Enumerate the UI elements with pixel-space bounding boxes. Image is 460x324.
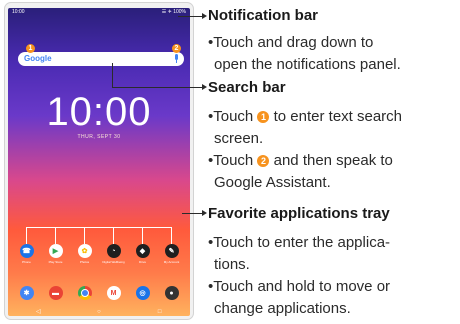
text-fragment: and then speak to [269,152,393,169]
messages-icon[interactable]: ▬ [48,286,63,300]
favorite-apps-description: •Touch to enter the applica- tions. •Tou… [208,232,457,320]
navigation-bar: ◁ ○ □ [8,307,190,316]
phone-icon: ☎ [19,244,34,258]
text-line: screen. [214,130,264,147]
notification-bar-description: •Touch and drag down to open the notific… [208,32,457,76]
text-line: tions. [214,256,250,273]
callout-search-line [112,87,204,88]
heading-search-bar: Search bar [208,79,286,96]
marker-2-inline: 2 [257,155,270,167]
app-label: Phone [22,260,31,264]
heading-favorite-apps-tray: Favorite applications tray [208,205,390,222]
text-fragment: •Touch [208,152,258,169]
app-drive[interactable]: ◆ Drive [129,244,157,264]
callout-search-drop [112,63,113,87]
text-line: •Touch and hold to move or [208,278,391,295]
play-store-icon: ▶ [48,244,63,258]
callout-tray-line [182,213,204,214]
tray-bracket-tick [55,227,56,244]
tray-bracket-tick [142,227,143,244]
callout-arrow [202,13,207,19]
gmail-icon[interactable]: M [106,286,121,300]
app-label: Drive [138,260,146,264]
app-photos[interactable]: ✿ Photos [71,244,99,264]
callout-arrow [202,210,207,216]
text-line: change applications. [214,300,351,317]
back-icon[interactable]: ◁ [28,308,48,315]
digital-wellbeing-icon: ◔ [106,244,121,258]
favorite-apps-tray: ☎ Phone ▶ Play Store ✿ Photos ◔ Digital … [12,244,186,264]
status-time: 10:00 [12,9,25,15]
app-label: Digital Wellbeing [102,260,125,264]
tablet-device: 10:00 ☰ ✈ 100% Google 1 2 10:00 THUR, SE… [4,2,194,320]
app-label: Play Store [48,260,63,264]
clock-time: 10:00 [46,90,152,134]
callout-arrow [202,84,207,90]
marker-2-mic: 2 [172,44,181,53]
text-line: •Touch to enter the applica- [208,234,391,251]
marker-1-search: 1 [26,44,35,53]
dock-slot [71,286,99,300]
status-icons: ☰ ✈ 100% [161,9,186,15]
tray-bracket-tick [84,227,85,244]
search-bar[interactable]: Google [18,52,184,66]
dock-slot: ▬ [42,286,70,300]
callout-notification-line [178,16,204,17]
app-phone[interactable]: ☎ Phone [13,244,41,264]
app-label: My Account [163,260,180,264]
camera-icon[interactable]: ● [164,286,179,300]
drive-icon: ◆ [135,244,150,258]
dock-slot: ✱ [13,286,41,300]
dock-slot: M [100,286,128,300]
notification-bar[interactable]: 10:00 ☰ ✈ 100% [8,8,190,18]
dock-slot: ● [158,286,186,300]
text-fragment: •Touch [208,108,258,125]
tray-bracket-tick [171,227,172,244]
photos-icon: ✿ [77,244,92,258]
my-account-icon: ✎ [164,244,179,258]
mic-icon[interactable] [174,54,179,63]
app-my-account[interactable]: ✎ My Account [158,244,186,264]
settings-icon[interactable]: ✱ [19,286,34,300]
text-fragment: to enter text search [269,108,403,125]
search-bar-description: •Touch 1 to enter text search screen. •T… [208,106,457,194]
text-line: •Touch and drag down to [208,34,374,51]
browser-icon[interactable]: ◎ [135,286,150,300]
home-icon[interactable]: ○ [89,309,109,315]
tray-bracket-line [26,227,172,228]
app-digital-wellbeing[interactable]: ◔ Digital Wellbeing [100,244,128,264]
clock-date: THUR, SEPT 30 [77,134,121,140]
app-label: Photos [79,260,90,264]
text-line: •Touch 2 and then speak to [208,150,457,172]
dock-slot: ◎ [129,286,157,300]
text-line: open the notifications panel. [214,56,401,73]
recents-icon[interactable]: □ [150,309,170,315]
chrome-icon[interactable] [77,286,92,300]
marker-1-inline: 1 [257,111,270,123]
app-play-store[interactable]: ▶ Play Store [42,244,70,264]
tray-bracket-tick [26,227,27,244]
heading-notification-bar: Notification bar [208,7,319,24]
text-line: Google Assistant. [214,174,331,191]
google-logo: Google [24,54,52,63]
dock: ✱ ▬ M ◎ ● [12,286,186,300]
text-line: •Touch 1 to enter text search [208,106,457,128]
tray-bracket-tick [113,227,114,244]
tablet-screen: 10:00 ☰ ✈ 100% Google 1 2 10:00 THUR, SE… [8,8,190,316]
